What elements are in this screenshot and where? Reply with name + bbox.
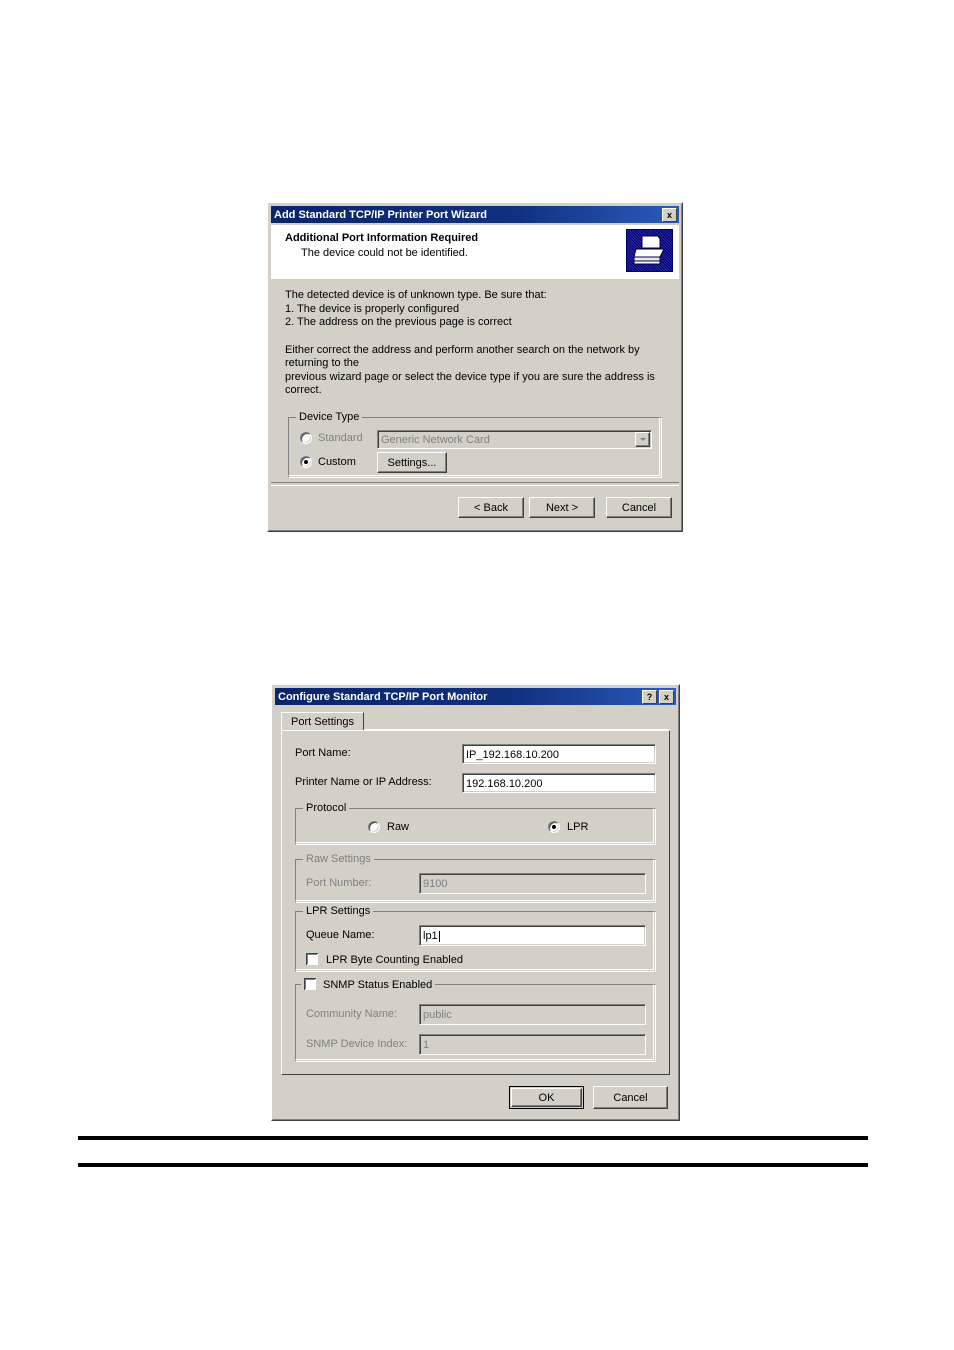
tab-port-settings[interactable]: Port Settings — [281, 712, 364, 731]
standard-radio[interactable] — [300, 432, 312, 444]
port-titlebar[interactable]: Configure Standard TCP/IP Port Monitor ?… — [275, 688, 676, 705]
wizard-body: The detected device is of unknown type. … — [271, 279, 679, 484]
raw-label: Raw — [387, 821, 410, 833]
device-type-legend: Device Type — [296, 411, 363, 423]
wizard-p1-line3: 2. The address on the previous page is c… — [285, 316, 512, 328]
custom-label: Custom — [318, 456, 356, 468]
port-settings-panel: Port Name: IP_192.168.10.200 Printer Nam… — [281, 730, 670, 1075]
printer-name-input[interactable]: 192.168.10.200 — [462, 773, 656, 793]
protocol-legend: Protocol — [303, 802, 350, 814]
snmp-device-index-label: SNMP Device Index: — [306, 1038, 408, 1050]
next-button[interactable]: Next > — [529, 497, 595, 518]
next-button-label: Next > — [545, 501, 579, 514]
wizard-subheading: The device could not be identified. — [301, 247, 468, 259]
snmp-status-enabled-checkbox[interactable] — [304, 978, 317, 991]
port-cancel-button-label: Cancel — [613, 1091, 648, 1104]
standard-radio-row[interactable]: Standard — [300, 432, 363, 444]
lpr-byte-counting-checkbox[interactable] — [306, 953, 319, 966]
wizard-title: Add Standard TCP/IP Printer Port Wizard — [274, 208, 488, 221]
device-type-groupbox: Device Type Standard Generic Network Car… — [288, 411, 662, 478]
port-name-input[interactable]: IP_192.168.10.200 — [462, 744, 656, 764]
close-icon[interactable]: x — [662, 207, 677, 222]
raw-settings-legend: Raw Settings — [303, 853, 374, 865]
protocol-groupbox: Protocol Raw LPR — [295, 802, 656, 845]
raw-radio[interactable] — [368, 821, 380, 833]
wizard-titlebar[interactable]: Add Standard TCP/IP Printer Port Wizard … — [271, 206, 679, 223]
port-cancel-button[interactable]: Cancel — [593, 1086, 668, 1109]
printer-name-label: Printer Name or IP Address: — [295, 776, 432, 788]
standard-label: Standard — [318, 432, 363, 444]
community-name-input: public — [419, 1004, 646, 1025]
community-name-value: public — [423, 1009, 452, 1021]
port-name-label: Port Name: — [295, 747, 351, 759]
port-title: Configure Standard TCP/IP Port Monitor — [278, 690, 488, 703]
port-name-row: Port Name: IP_192.168.10.200 — [295, 744, 656, 764]
footer-rule-bottom — [78, 1163, 868, 1167]
wizard-p1-line1: The detected device is of unknown type. … — [285, 289, 547, 301]
footer-rules-lower — [78, 1163, 868, 1167]
device-type-combo[interactable]: Generic Network Card — [377, 430, 652, 449]
snmp-groupbox: SNMP Status Enabled Community Name: publ… — [295, 978, 656, 1062]
community-name-label: Community Name: — [306, 1008, 398, 1020]
printer-name-value: 192.168.10.200 — [466, 777, 543, 790]
wizard-button-bar: < Back Next > Cancel — [458, 497, 672, 518]
snmp-status-enabled-label: SNMP Status Enabled — [323, 978, 433, 991]
close-icon[interactable]: x — [659, 689, 674, 704]
lpr-settings-groupbox: LPR Settings Queue Name: lp1 LPR Byte Co… — [295, 905, 656, 972]
ok-button[interactable]: OK — [509, 1086, 584, 1109]
port-number-label: Port Number: — [306, 877, 372, 889]
port-number-input: 9100 — [419, 873, 646, 894]
wizard-header: Additional Port Information Required The… — [271, 225, 679, 280]
wizard-dialog-inner: Add Standard TCP/IP Printer Port Wizard … — [268, 203, 682, 531]
ok-button-label: OK — [511, 1088, 582, 1107]
settings-button[interactable]: Settings... — [377, 452, 447, 473]
port-name-value: IP_192.168.10.200 — [466, 748, 559, 761]
wizard-p1-line2: 1. The device is properly configured — [285, 302, 460, 315]
device-type-combo-value: Generic Network Card — [381, 433, 490, 446]
text-caret — [438, 930, 440, 942]
port-dialog-inner: Configure Standard TCP/IP Port Monitor ?… — [272, 685, 679, 1120]
raw-settings-groupbox: Raw Settings Port Number: 9100 — [295, 853, 656, 903]
lpr-label: LPR — [567, 821, 589, 833]
lpr-radio-row[interactable]: LPR — [548, 821, 588, 833]
add-tcpip-printer-port-wizard-dialog: Add Standard TCP/IP Printer Port Wizard … — [267, 202, 683, 532]
snmp-device-index-input: 1 — [419, 1034, 646, 1055]
lpr-radio[interactable] — [548, 821, 560, 833]
configure-port-monitor-dialog: Configure Standard TCP/IP Port Monitor ?… — [271, 684, 680, 1121]
raw-radio-row[interactable]: Raw — [368, 821, 409, 833]
queue-name-label: Queue Name: — [306, 929, 375, 941]
snmp-legend-wrap[interactable]: SNMP Status Enabled — [301, 978, 436, 991]
printer-name-row: Printer Name or IP Address: 192.168.10.2… — [295, 773, 656, 793]
wizard-paragraph-2: Either correct the address and perform a… — [285, 344, 665, 398]
custom-radio-row[interactable]: Custom — [300, 456, 356, 468]
wizard-p2-line2: previous wizard page or select the devic… — [285, 370, 655, 397]
cancel-button-label: Cancel — [621, 501, 657, 514]
back-button[interactable]: < Back — [458, 497, 524, 518]
lpr-settings-legend: LPR Settings — [303, 905, 374, 917]
port-dialog-button-bar: OK Cancel — [509, 1086, 668, 1109]
back-button-label: < Back — [474, 501, 508, 514]
printer-icon-glyph — [633, 235, 665, 265]
wizard-p2-line1: Either correct the address and perform a… — [285, 343, 640, 370]
printer-icon — [626, 229, 673, 272]
lpr-byte-counting-row[interactable]: LPR Byte Counting Enabled — [306, 953, 463, 966]
footer-rule-top — [78, 1136, 868, 1140]
lpr-byte-counting-label: LPR Byte Counting Enabled — [326, 953, 463, 966]
wizard-paragraph-1: The detected device is of unknown type. … — [285, 279, 665, 330]
help-icon[interactable]: ? — [642, 689, 657, 704]
tab-port-settings-label: Port Settings — [291, 716, 354, 728]
wizard-header-text: Additional Port Information Required The… — [271, 225, 626, 260]
settings-button-label: Settings... — [387, 456, 437, 469]
queue-name-input[interactable]: lp1 — [419, 925, 646, 946]
wizard-footer-separator — [271, 482, 679, 486]
wizard-heading: Additional Port Information Required — [285, 232, 479, 244]
cancel-button[interactable]: Cancel — [606, 497, 672, 518]
footer-rules — [78, 1136, 868, 1140]
queue-name-value: lp1 — [423, 930, 438, 942]
custom-radio[interactable] — [300, 456, 312, 468]
snmp-device-index-value: 1 — [423, 1039, 430, 1051]
port-number-value: 9100 — [423, 878, 448, 890]
chevron-down-icon[interactable] — [635, 432, 650, 447]
tabstrip: Port Settings — [281, 712, 670, 731]
